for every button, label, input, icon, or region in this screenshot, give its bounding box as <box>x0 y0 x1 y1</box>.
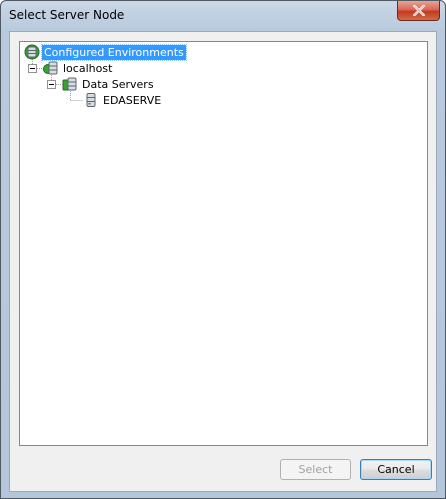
dialog-window: Select Server Node Configured Environmen… <box>0 0 446 499</box>
environments-db-icon <box>24 44 40 60</box>
title-bar[interactable]: Select Server Node <box>1 1 445 31</box>
database-icon <box>86 93 96 107</box>
close-button[interactable] <box>397 1 440 21</box>
tree-node-label: Data Servers <box>82 77 154 91</box>
data-servers-icon <box>62 77 77 91</box>
tree-node-edaserve[interactable]: EDASERVE <box>83 92 163 108</box>
tree-node-label: EDASERVE <box>103 93 162 107</box>
tree-node-label: localhost <box>63 61 113 75</box>
localhost-collapse-toggle[interactable] <box>28 64 37 73</box>
tree-node-data-servers[interactable]: Data Servers <box>62 76 156 92</box>
server-node-icon <box>43 61 58 75</box>
close-icon <box>412 5 425 16</box>
dialog-client-area: Configured Environments localhost Data S… <box>9 31 437 492</box>
tree-node-localhost[interactable]: localhost <box>43 60 114 76</box>
tree-node-configured-environments[interactable]: Configured Environments <box>24 43 187 61</box>
server-tree[interactable]: Configured Environments localhost Data S… <box>19 41 428 446</box>
select-button[interactable]: Select <box>280 459 351 480</box>
tree-node-label: Configured Environments <box>41 43 187 61</box>
window-title: Select Server Node <box>9 8 125 22</box>
cancel-button[interactable]: Cancel <box>360 459 432 480</box>
data-servers-collapse-toggle[interactable] <box>47 80 56 89</box>
